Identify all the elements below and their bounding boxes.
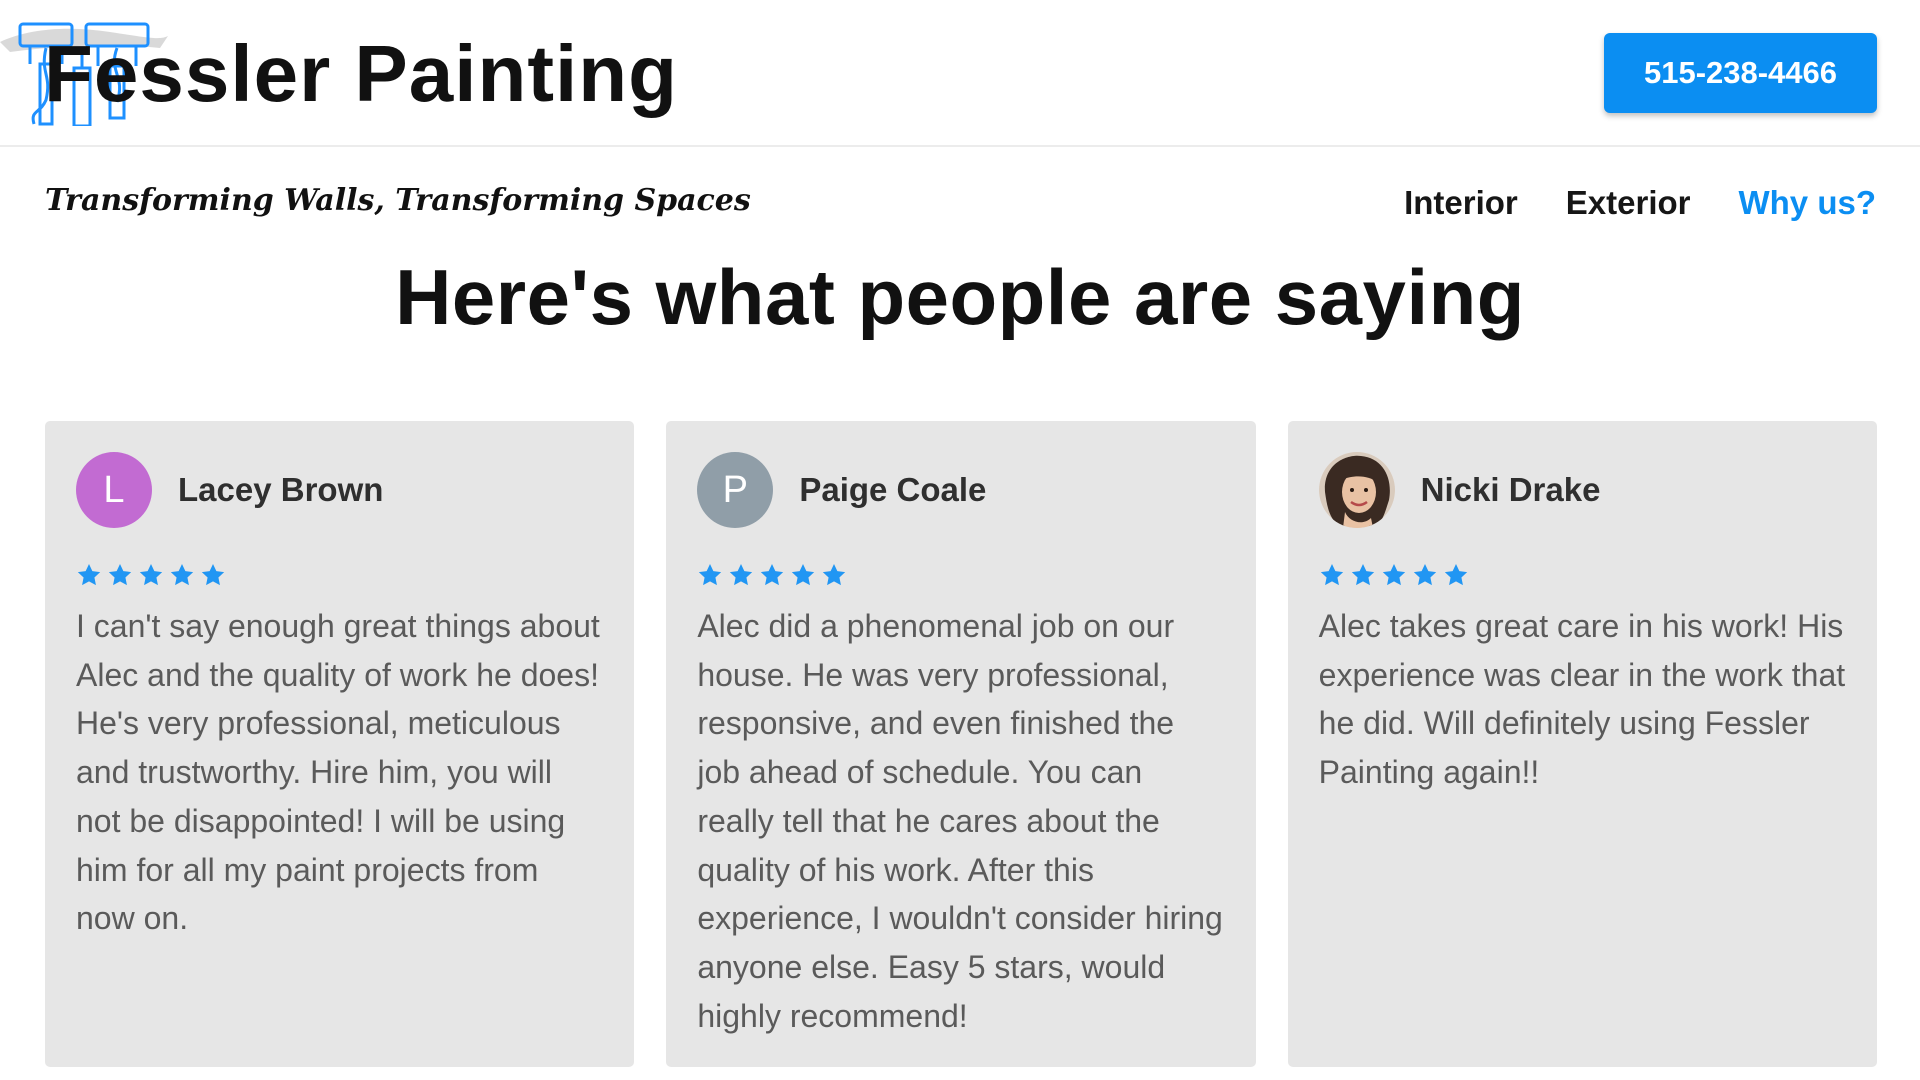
reviews-list: L Lacey Brown I can't say enough great t… — [45, 421, 1877, 1067]
star-icon — [1320, 563, 1343, 586]
star-icon — [108, 563, 132, 586]
star-icon — [1351, 563, 1374, 586]
review-text: I can't say enough great things about Al… — [76, 608, 600, 937]
star-icon — [1413, 563, 1436, 586]
star-icon — [823, 563, 846, 586]
reviewer-name: Paige Coale — [799, 471, 987, 508]
tagline: Transforming Walls, Transforming Spaces — [45, 183, 751, 218]
star-icon — [792, 563, 815, 586]
reviewer-name: Lacey Brown — [178, 471, 384, 508]
star-rating — [76, 562, 604, 588]
review-header: P Paige Coale — [697, 452, 1225, 528]
review-card: Nicki Drake Alec takes great care in his… — [1287, 421, 1877, 1067]
main-nav: Interior Exterior Why us? — [1404, 184, 1876, 222]
review-text: Alec takes great care in his work! His e… — [1318, 608, 1846, 791]
avatar: P — [697, 452, 774, 528]
star-icon — [170, 563, 194, 586]
review-card: P Paige Coale Alec did a phenomenal job … — [666, 421, 1256, 1067]
star-icon — [761, 563, 784, 586]
phone-call-button[interactable]: 515-238-4466 — [1604, 33, 1877, 113]
brand-name[interactable]: Fessler Painting — [44, 24, 678, 124]
profile-photo-icon — [1318, 452, 1395, 528]
star-rating — [697, 562, 1225, 588]
star-icon — [730, 563, 753, 586]
avatar-initial: P — [722, 468, 748, 511]
reviewer-name: Nicki Drake — [1420, 471, 1601, 508]
site-header: Fessler Painting 515-238-4466 — [0, 0, 1920, 147]
review-text: Alec did a phenomenal job on our house. … — [697, 608, 1223, 1034]
star-icon — [201, 563, 225, 586]
nav-why-us[interactable]: Why us? — [1739, 184, 1877, 222]
star-icon — [1382, 563, 1405, 586]
star-icon — [1444, 563, 1467, 586]
nav-interior[interactable]: Interior — [1404, 184, 1518, 222]
avatar-photo — [1318, 452, 1395, 528]
avatar-initial: L — [103, 468, 125, 511]
review-header: L Lacey Brown — [76, 452, 604, 528]
avatar: L — [76, 452, 152, 528]
nav-exterior[interactable]: Exterior — [1566, 184, 1691, 222]
star-icon — [699, 563, 722, 586]
star-icon — [77, 563, 101, 586]
star-icon — [139, 563, 163, 586]
review-header: Nicki Drake — [1318, 452, 1847, 528]
section-title: Here's what people are saying — [395, 253, 1525, 341]
star-rating — [1319, 562, 1847, 588]
review-card: L Lacey Brown I can't say enough great t… — [45, 421, 635, 1067]
